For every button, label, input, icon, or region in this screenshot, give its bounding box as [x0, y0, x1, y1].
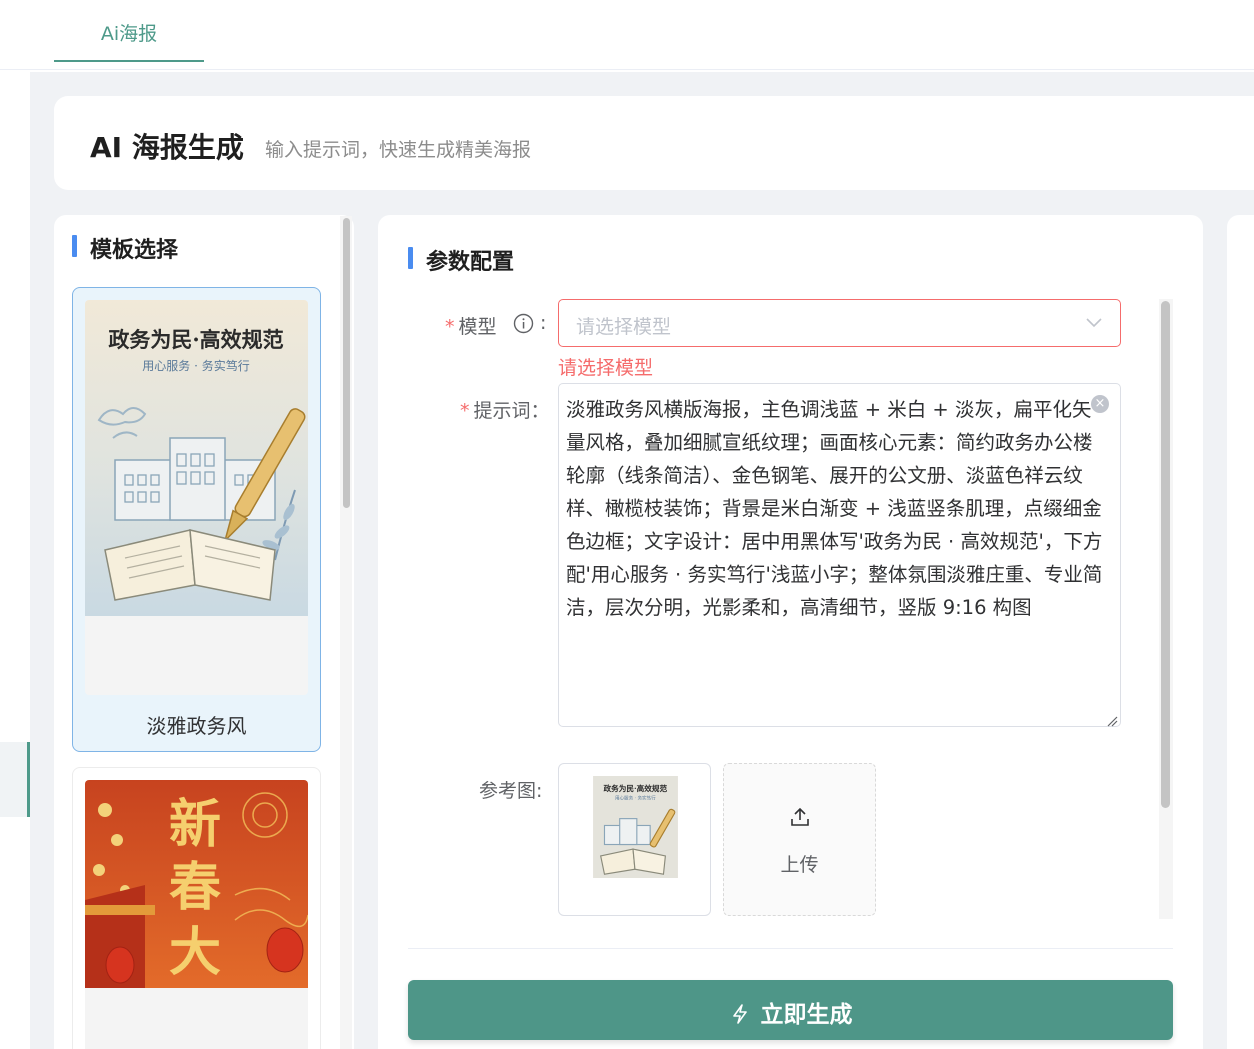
template-thumbnail: 政务为民·高效规范 用心服务 · 务实笃行	[85, 300, 308, 695]
params-scrollbar-thumb[interactable]	[1161, 301, 1170, 808]
template-card[interactable]: 新 春 大	[72, 767, 321, 1049]
poster-gov-image: 政务为民·高效规范 用心服务 · 务实笃行	[85, 300, 308, 616]
info-icon[interactable]	[513, 313, 534, 334]
required-asterisk: *	[445, 316, 455, 338]
reference-image-item[interactable]: 政务为民·高效规范 用心服务 · 务实笃行	[558, 763, 711, 916]
chevron-down-icon[interactable]	[1084, 312, 1104, 332]
template-scrollbar-thumb[interactable]	[343, 218, 350, 508]
clear-icon[interactable]: ×	[1091, 395, 1109, 413]
left-nav-strip	[0, 70, 30, 1049]
poster-gov-subtitle: 用心服务 · 务实笃行	[142, 358, 249, 373]
template-card-selected[interactable]: 政务为民·高效规范 用心服务 · 务实笃行 淡雅政务风	[72, 287, 321, 752]
preview-panel-edge	[1227, 215, 1254, 1049]
reference-poster-image: 政务为民·高效规范 用心服务 · 务实笃行	[593, 776, 678, 878]
template-section-title: 模板选择	[72, 232, 178, 264]
poster-gov-title: 政务为民·高效规范	[108, 327, 283, 352]
upload-button[interactable]: 上传	[723, 763, 876, 916]
model-select[interactable]: 请选择模型	[558, 299, 1121, 347]
svg-text:新: 新	[169, 794, 221, 855]
model-label-colon: :	[540, 312, 547, 334]
svg-text:大: 大	[169, 922, 221, 983]
required-asterisk: *	[460, 400, 470, 422]
model-select-placeholder: 请选择模型	[576, 316, 672, 338]
left-nav-active-marker[interactable]	[0, 742, 30, 817]
poster-spring-image: 新 春 大	[85, 780, 308, 988]
upload-label: 上传	[780, 854, 819, 876]
reference-poster-title: 政务为民·高效规范	[604, 783, 668, 793]
generate-button-label: 立即生成	[760, 1002, 853, 1028]
tab-ai-poster[interactable]: Ai海报	[54, 14, 204, 62]
template-thumbnail: 新 春 大	[85, 780, 308, 1049]
generate-button[interactable]: 立即生成	[408, 980, 1173, 1040]
reference-thumbnail: 政务为民·高效规范 用心服务 · 务实笃行	[593, 776, 678, 878]
resize-handle-icon[interactable]	[1106, 712, 1118, 727]
model-error-text: 请选择模型	[558, 357, 654, 379]
model-label: * 模型	[445, 316, 497, 338]
top-tab-bar: Ai海报	[0, 0, 1254, 70]
page-subtitle: 输入提示词，快速生成精美海报	[265, 139, 532, 161]
prompt-label: * 提示词：	[460, 400, 550, 422]
page-title: AI 海报生成	[90, 131, 244, 164]
reference-label: 参考图:	[479, 780, 543, 802]
lightning-icon	[729, 1003, 751, 1025]
divider	[408, 948, 1173, 949]
prompt-textarea[interactable]: 淡雅政务风横版海报，主色调浅蓝 + 米白 + 淡灰，扁平化矢量风格，叠加细腻宣纸…	[558, 383, 1121, 727]
upload-icon	[789, 806, 811, 828]
template-name: 淡雅政务风	[146, 714, 247, 738]
params-section-title: 参数配置	[408, 244, 514, 276]
svg-text:春: 春	[169, 857, 221, 918]
